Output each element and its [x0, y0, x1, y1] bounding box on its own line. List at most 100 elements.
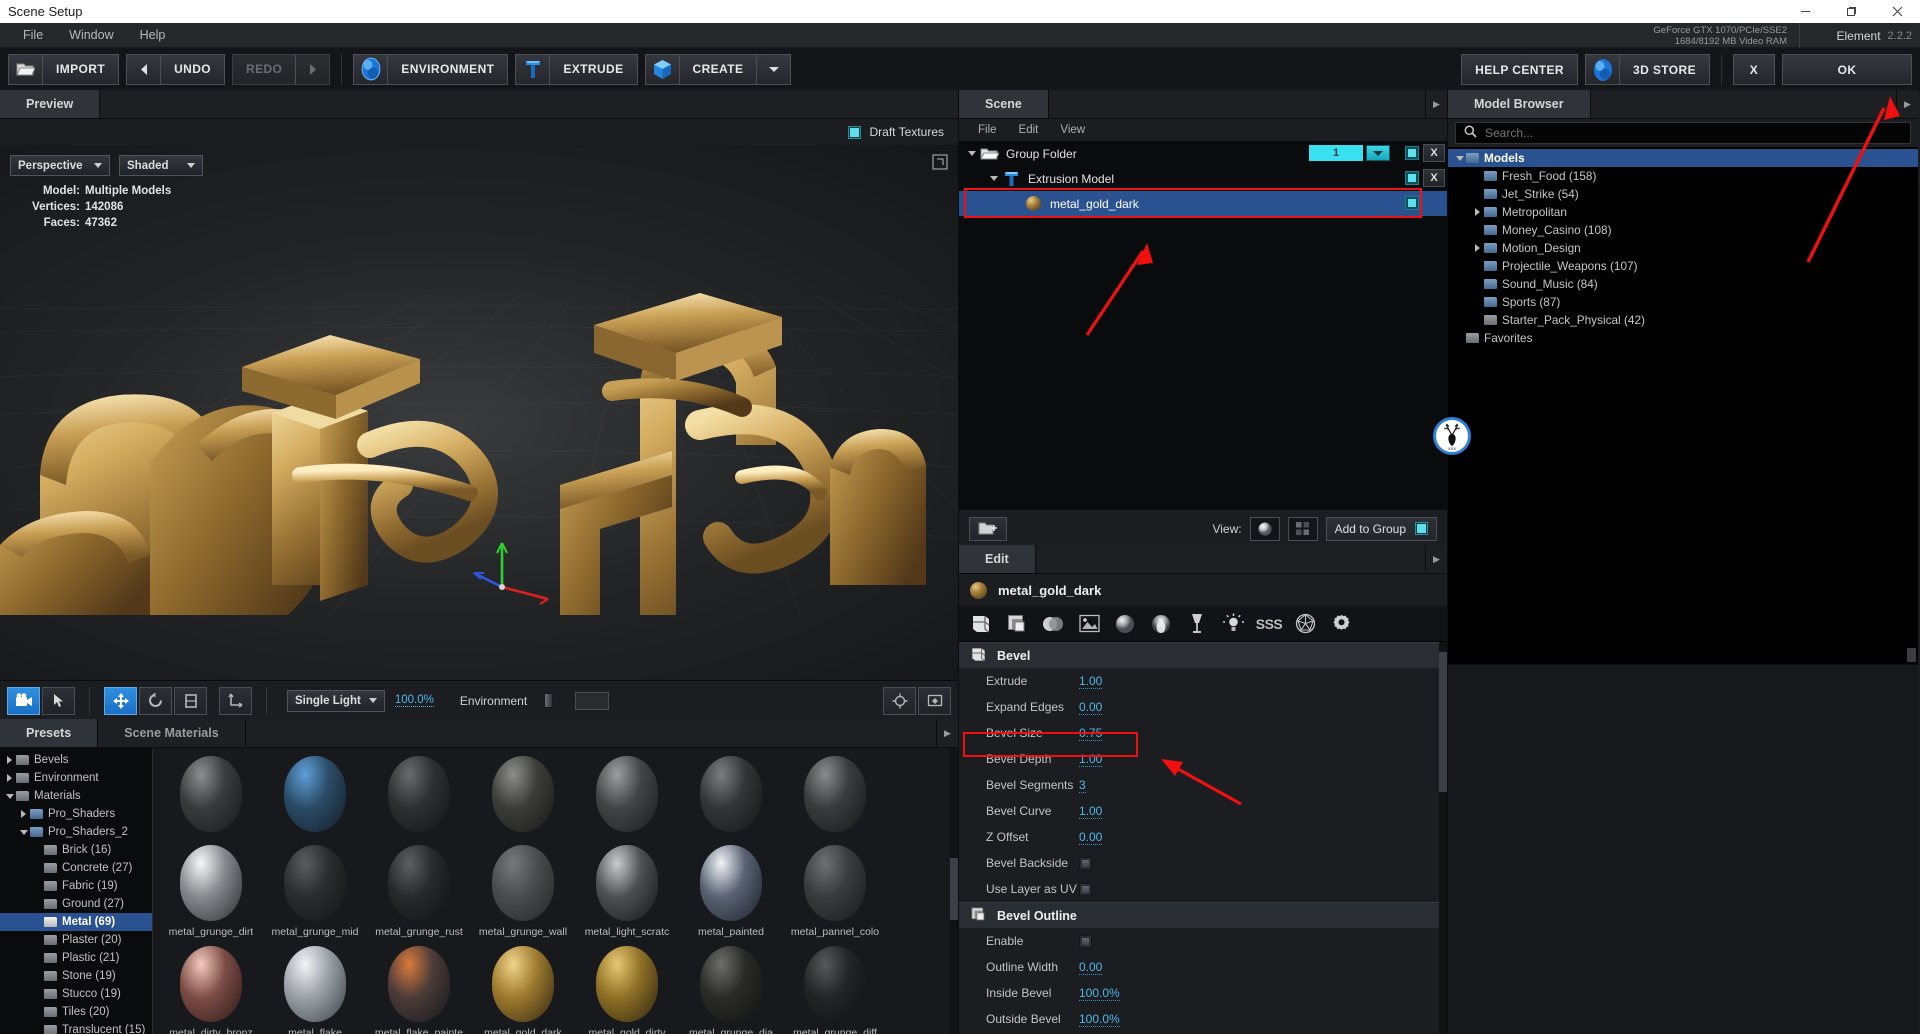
material-swatch[interactable]: metal_grunge_dia	[679, 938, 783, 1034]
scrollbar-thumb[interactable]	[1439, 652, 1447, 792]
visibility-toggle[interactable]	[1405, 171, 1419, 185]
redo-button[interactable]: REDO	[232, 54, 330, 85]
material-swatch[interactable]: metal_grunge_wall	[471, 837, 575, 938]
material-swatch[interactable]	[263, 748, 367, 837]
glass-icon[interactable]	[1179, 607, 1215, 641]
presets-tree-item[interactable]: Stucco (19)	[0, 985, 152, 1003]
tab-preview[interactable]: Preview	[0, 90, 100, 118]
reset-camera-button[interactable]	[883, 687, 916, 715]
material-swatch[interactable]	[575, 748, 679, 837]
visibility-toggle[interactable]	[1405, 196, 1419, 210]
scene-tree[interactable]: Group Folder1XExtrusion ModelXmetal_gold…	[959, 141, 1447, 509]
scale-tool-button[interactable]	[174, 687, 207, 715]
draft-textures-checkbox[interactable]	[848, 126, 861, 139]
panel-expand-arrow-icon[interactable]: ▶	[1425, 545, 1447, 573]
property-section-header[interactable]: Bevel Outline	[959, 902, 1447, 928]
undo-button[interactable]: UNDO	[126, 54, 225, 85]
camera-tool-button[interactable]	[7, 687, 40, 715]
presets-tree-item[interactable]: Materials	[0, 787, 152, 805]
chevron-right-icon[interactable]	[3, 756, 16, 764]
property-value[interactable]: 0.00	[1079, 700, 1102, 715]
chevron-right-icon[interactable]	[1471, 208, 1484, 216]
model-tree-scrollbar[interactable]	[1907, 648, 1916, 662]
close-icon[interactable]	[1874, 0, 1920, 23]
model-browser-tree[interactable]: ModelsFresh_Food (158)Jet_Strike (54)Met…	[1448, 147, 1918, 664]
material-swatch[interactable]	[471, 748, 575, 837]
3d-viewport[interactable]: Perspective Shaded Model:Multiple Models…	[0, 145, 958, 681]
view-grid-button[interactable]	[1288, 517, 1318, 541]
scene-menu-edit[interactable]: Edit	[1008, 124, 1050, 136]
scene-menu-file[interactable]: File	[967, 124, 1008, 136]
presets-tree-item[interactable]: Bevels	[0, 751, 152, 769]
material-swatch[interactable]	[679, 748, 783, 837]
presets-tree-item[interactable]: Pro_Shaders	[0, 805, 152, 823]
delete-row-button[interactable]: X	[1423, 169, 1445, 187]
search-box[interactable]	[1455, 122, 1911, 144]
property-checkbox[interactable]	[1079, 857, 1092, 870]
presets-tree-item[interactable]: Translucent (15)	[0, 1021, 152, 1034]
material-swatch[interactable]: metal_flake	[263, 938, 367, 1034]
chevron-right-icon[interactable]	[1471, 244, 1484, 252]
light-preset-dropdown[interactable]: Single Light	[287, 690, 385, 712]
shading-icon[interactable]	[1035, 607, 1071, 641]
material-swatch[interactable]: metal_grunge_diff	[783, 938, 887, 1034]
panel-expand-arrow-icon[interactable]: ▶	[1425, 90, 1447, 118]
scene-tree-item[interactable]: Extrusion ModelX	[959, 166, 1447, 191]
chevron-down-icon[interactable]	[17, 830, 30, 835]
menu-window[interactable]: Window	[56, 23, 126, 48]
expand-viewport-icon[interactable]	[932, 154, 948, 170]
sss-icon[interactable]: SSS	[1251, 607, 1287, 641]
instance-count-dropdown[interactable]	[1366, 145, 1390, 161]
bevel-icon[interactable]	[963, 607, 999, 641]
help-center-button[interactable]: HELP CENTER	[1461, 54, 1578, 85]
material-swatch[interactable]: metal_flake_painte	[367, 938, 471, 1034]
property-value[interactable]: 1.00	[1079, 752, 1102, 767]
model-tree-item[interactable]: Jet_Strike (54)	[1448, 185, 1918, 203]
chevron-down-icon[interactable]	[987, 176, 1000, 181]
camera-view-dropdown[interactable]: Perspective	[10, 155, 110, 176]
model-tree-item[interactable]: Fresh_Food (158)	[1448, 167, 1918, 185]
chevron-down-icon[interactable]	[1453, 156, 1466, 161]
material-swatch[interactable]	[367, 748, 471, 837]
environment-toggle[interactable]	[544, 693, 553, 708]
property-value[interactable]: 1.00	[1079, 804, 1102, 819]
presets-tree[interactable]: BevelsEnvironmentMaterialsPro_ShadersPro…	[0, 748, 153, 1034]
model-tree-item[interactable]: Sound_Music (84)	[1448, 275, 1918, 293]
bevel-outline-icon[interactable]	[999, 607, 1035, 641]
minimize-icon[interactable]	[1782, 0, 1828, 23]
import-button[interactable]: IMPORT	[8, 54, 119, 85]
new-folder-button[interactable]	[969, 517, 1007, 541]
property-value[interactable]: 100.0%	[1079, 1012, 1120, 1027]
light-intensity-value[interactable]: 100.0%	[395, 694, 434, 707]
material-swatch[interactable]: metal_painted	[679, 837, 783, 938]
axis-tool-button[interactable]	[219, 687, 252, 715]
axis-gizmo[interactable]	[470, 525, 580, 615]
material-swatch[interactable]: metal_pannel_colo	[783, 837, 887, 938]
materials-grid-scrollbar[interactable]	[950, 748, 958, 1034]
reflection-icon[interactable]	[1143, 607, 1179, 641]
fit-to-screen-button[interactable]	[918, 687, 951, 715]
presets-tree-item[interactable]: Tiles (20)	[0, 1003, 152, 1021]
instance-count-field[interactable]: 1	[1309, 145, 1363, 161]
sphere-icon[interactable]	[1107, 607, 1143, 641]
property-value[interactable]: 1.00	[1079, 674, 1102, 689]
panel-expand-arrow-icon[interactable]: ▶	[936, 719, 958, 747]
model-tree-item[interactable]: Motion_Design	[1448, 239, 1918, 257]
extrude-button[interactable]: EXTRUDE	[515, 54, 637, 85]
draft-textures-toggle[interactable]: Draft Textures	[848, 125, 944, 139]
property-section-header[interactable]: Bevel	[959, 642, 1447, 668]
add-to-group-checkbox[interactable]	[1415, 522, 1428, 535]
material-swatch[interactable]: metal_dirty_bronz	[159, 938, 263, 1034]
shading-dropdown[interactable]: Shaded	[119, 155, 203, 176]
tab-edit[interactable]: Edit	[959, 545, 1036, 573]
material-swatch[interactable]: metal_grunge_dirt	[159, 837, 263, 938]
select-tool-button[interactable]	[42, 687, 75, 715]
model-tree-item[interactable]: Starter_Pack_Physical (42)	[1448, 311, 1918, 329]
presets-tree-item[interactable]: Ground (27)	[0, 895, 152, 913]
settings-icon[interactable]	[1323, 607, 1359, 641]
presets-tree-item[interactable]: Plastic (21)	[0, 949, 152, 967]
presets-tree-item[interactable]: Concrete (27)	[0, 859, 152, 877]
model-tree-item[interactable]: Metropolitan	[1448, 203, 1918, 221]
cancel-button[interactable]: X	[1733, 54, 1775, 85]
move-tool-button[interactable]	[104, 687, 137, 715]
